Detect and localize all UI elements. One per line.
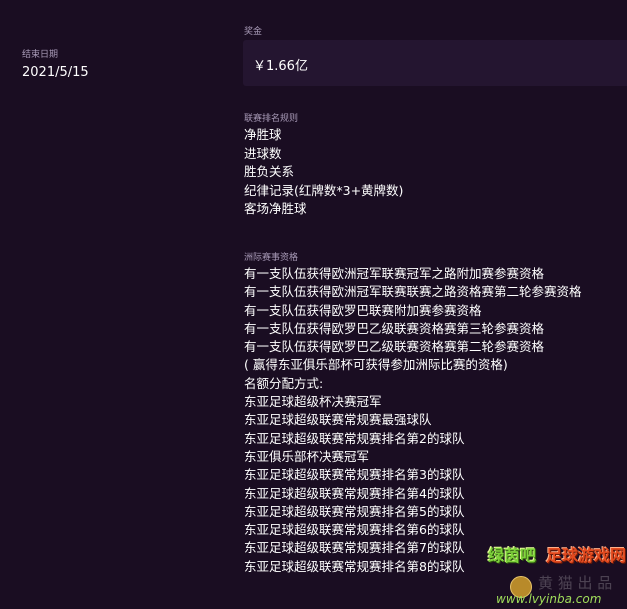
qualification-line: 有一支队伍获得欧罗巴乙级联赛资格赛第二轮参赛资格	[244, 339, 545, 355]
qualification-line: 有一支队伍获得欧罗巴联赛附加赛参赛资格	[244, 302, 482, 318]
watermark-faint-text: 黄 猫 出 品	[538, 574, 613, 592]
allocation-line: 东亚足球超级联赛常规赛最强球队	[244, 412, 432, 428]
allocation-line: 东亚足球超级联赛常规赛排名第4的球队	[244, 485, 465, 501]
rule-item: 进球数	[244, 145, 282, 161]
prize-label: 奖金	[244, 27, 263, 37]
allocation-line: 东亚足球超级杯决赛冠军	[244, 394, 382, 410]
watermark-url: www.lvyinba.com	[496, 592, 602, 606]
qualification-line: 有一支队伍获得欧洲冠军联赛联赛之路资格赛第二轮参赛资格	[244, 284, 582, 300]
watermark-logo-right: 足球游戏网	[546, 546, 627, 565]
allocation-line: 东亚足球超级联赛常规赛排名第6的球队	[244, 522, 465, 538]
allocation-line: 东亚足球超级联赛常规赛排名第5的球队	[244, 503, 465, 519]
watermark-logo-left: 绿茵吧	[488, 546, 537, 565]
prize-panel: ￥1.66亿	[243, 40, 627, 86]
allocation-line: 东亚足球超级联赛常规赛排名第3的球队	[244, 467, 465, 483]
league-ranking-rules-label: 联赛排名规则	[244, 114, 299, 124]
end-date-label: 结束日期	[22, 50, 59, 60]
qualification-line: 有一支队伍获得欧罗巴乙级联赛资格赛第三轮参赛资格	[244, 320, 545, 336]
prize-value: ￥1.66亿	[253, 59, 308, 74]
rule-item: 纪律记录(红牌数*3+黄牌数)	[244, 182, 404, 198]
qualification-line: 有一支队伍获得欧洲冠军联赛冠军之路附加赛参赛资格	[244, 266, 545, 281]
continental-qualification-label: 洲际赛事资格	[244, 253, 299, 263]
rule-item: 净胜球	[244, 127, 282, 142]
league-ranking-rules-list: 净胜球 进球数 胜负关系 纪律记录(红牌数*3+黄牌数) 客场净胜球	[244, 126, 403, 219]
continental-qualification-list: 有一支队伍获得欧洲冠军联赛冠军之路附加赛参赛资格 有一支队伍获得欧洲冠军联赛联赛…	[244, 265, 582, 576]
allocation-line: 东亚足球超级联赛常规赛排名第2的球队	[244, 430, 465, 446]
rule-item: 胜负关系	[244, 164, 295, 180]
allocation-heading: 名额分配方式:	[244, 375, 324, 391]
site-watermark: 绿茵吧 足球游戏网 黄 猫 出 品 www.lvyinba.com	[488, 540, 627, 609]
end-date-value: 2021/5/15	[22, 65, 89, 80]
allocation-line: 东亚俱乐部杯决赛冠军	[244, 448, 370, 464]
rule-item: 客场净胜球	[244, 201, 307, 217]
qualification-note: ( 赢得东亚俱乐部杯可获得参加洲际比赛的资格)	[244, 357, 508, 373]
